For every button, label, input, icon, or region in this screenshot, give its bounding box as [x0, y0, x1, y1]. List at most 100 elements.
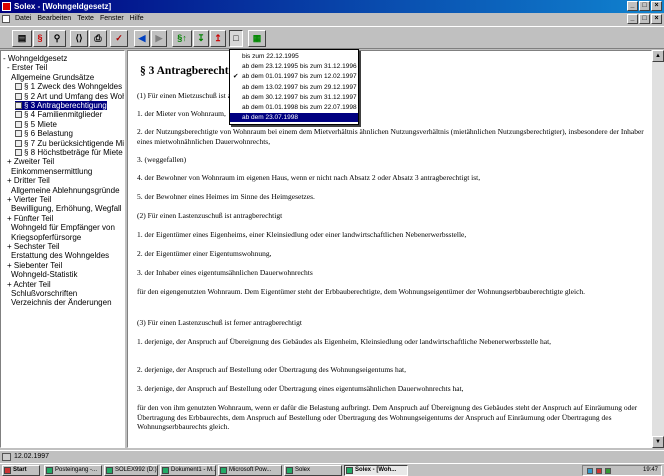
dropdown-option[interactable]: ab dem 13.02.1997 bis zum 29.12.1997	[230, 83, 358, 92]
tree-item-label: - Wohngeldgesetz	[3, 54, 68, 63]
tree-item[interactable]: Einkommensermittlung	[11, 167, 92, 176]
menu-texte[interactable]: Texte	[74, 13, 97, 25]
taskbar-button[interactable]: Posteingang -...	[44, 465, 102, 476]
tree-item[interactable]: Bewilligung, Erhöhung, Wegfall	[11, 204, 122, 213]
task-app-icon	[46, 467, 53, 474]
taskbar-button[interactable]: Solex	[284, 465, 342, 476]
taskbar-button[interactable]: SOLEX992 (D:)	[104, 465, 158, 476]
network-icon[interactable]	[587, 468, 593, 474]
bracket-icon[interactable]: ⟨⟩	[70, 30, 88, 47]
tree-item-label: + Siebenter Teil	[7, 260, 63, 270]
dropdown-option[interactable]: ab dem 23.12.1995 bis zum 31.12.1996	[230, 62, 358, 71]
tree-item[interactable]: Allgemeine Ablehnungsgründe	[11, 186, 120, 195]
print-icon[interactable]: ⎙	[89, 30, 107, 47]
start-button[interactable]: Start	[2, 465, 40, 476]
task-app-icon	[346, 467, 353, 474]
minimize-button[interactable]: _	[627, 1, 638, 11]
menu-bearbeiten[interactable]: Bearbeiten	[34, 13, 74, 25]
dropdown-option[interactable]: ✔ ab dem 01.01.1997 bis zum 12.02.1997	[230, 72, 358, 81]
paragraph: 2. der Eigentümer einer Eigentumswohnung…	[137, 249, 272, 258]
windows-logo-icon	[4, 467, 11, 474]
tree-item[interactable]: + Achter Teil	[7, 280, 51, 289]
tree-item-label: - Erster Teil	[7, 63, 48, 73]
volume-icon[interactable]	[596, 468, 602, 474]
taskbar-button-label: Microsoft Pow...	[229, 467, 272, 473]
tree-item[interactable]: + Siebenter Teil	[7, 261, 62, 270]
taskbar-button[interactable]: Dokument1 - M...	[160, 465, 216, 476]
tree-item[interactable]: + Zweiter Teil	[7, 157, 54, 166]
version-dropdown[interactable]: bis zum 22.12.1995 ab dem 23.12.1995 bis …	[229, 49, 359, 125]
tree-item[interactable]: + Fünfter Teil	[7, 214, 53, 223]
paragraph: (2) Für einen Lastenzuschuß ist antragbe…	[137, 211, 283, 220]
menu-fenster[interactable]: Fenster	[97, 13, 127, 25]
tree-item-label: + Sechster Teil	[7, 242, 60, 251]
forward-button[interactable]: ▶	[151, 30, 167, 47]
tree-item[interactable]: - Erster Teil	[7, 63, 47, 72]
bookmark-icon[interactable]: ✓	[110, 30, 128, 47]
tree-item[interactable]: Schlußvorschriften	[11, 289, 77, 298]
maximize-button[interactable]: □	[639, 1, 650, 11]
taskbar-button[interactable]: Solex - [Woh...	[344, 465, 408, 476]
doc-minimize-button[interactable]: _	[627, 14, 638, 24]
tree-item[interactable]: Verzeichnis der Änderungen	[11, 298, 112, 307]
solex-app-icon[interactable]	[2, 2, 11, 11]
scroll-up-icon[interactable]: ▲	[652, 50, 664, 62]
dropdown-option[interactable]: bis zum 22.12.1995	[230, 52, 358, 61]
dropdown-option[interactable]: ab dem 01.01.1998 bis zum 22.07.1998	[230, 103, 358, 112]
tree-item[interactable]: § 3 Antragberechtigung	[15, 101, 107, 110]
tree-item[interactable]: § 2 Art und Umfang des Wohngeldes	[15, 92, 124, 101]
check-icon: ✔	[233, 73, 239, 81]
tree-item[interactable]: § 5 Miete	[15, 120, 57, 129]
app-tray-icon[interactable]	[605, 468, 611, 474]
paragraph: 2. der Nutzungsberechtigte von Wohnraum …	[137, 127, 644, 146]
tree-item[interactable]: - Wohngeldgesetz	[3, 54, 67, 63]
tree-item[interactable]: Wohngeld-Statistik	[11, 270, 78, 279]
taskbar-button-label: Solex - [Woh...	[355, 467, 397, 473]
doc-close-button[interactable]: ×	[651, 14, 662, 24]
tree-item[interactable]: § 8 Höchstbeträge für Miete	[15, 148, 123, 157]
close-button[interactable]: ×	[651, 1, 662, 11]
back-button[interactable]: ◀	[134, 30, 150, 47]
tree-item[interactable]: + Vierter Teil	[7, 195, 51, 204]
tree-item[interactable]: Allgemeine Grundsätze	[11, 73, 94, 82]
tree-item-label: Wohngeld-Statistik	[11, 270, 78, 280]
arrow-up-icon[interactable]: ↥	[210, 30, 226, 47]
tree-item[interactable]: § 7 Zu berücksichtigende Miete	[15, 139, 124, 148]
content-vertical-scrollbar[interactable]: ▲ ▼	[652, 50, 664, 448]
search-icon[interactable]: ⚲	[48, 30, 66, 47]
tree-item[interactable]: § 4 Familienmitglieder	[15, 110, 102, 119]
navigation-tree[interactable]: - Wohngeldgesetz - Erster Teil Allgemeine …	[0, 50, 125, 448]
section-nav-button[interactable]: §↑	[172, 30, 192, 47]
taskbar-button[interactable]: Microsoft Pow...	[218, 465, 282, 476]
menu-hilfe[interactable]: Hilfe	[127, 13, 147, 25]
tree-item-label: Bewilligung, Erhöhung, Wegfall	[11, 204, 122, 214]
section-button[interactable]: §	[33, 30, 47, 47]
tree-item[interactable]: Kriegsopferfürsorge	[11, 233, 81, 242]
title-bar[interactable]: Solex - [Wohngeldgesetz] _ □ ×	[0, 0, 664, 13]
version-icon[interactable]: □	[229, 30, 243, 47]
document-icon[interactable]	[2, 15, 10, 23]
dropdown-option[interactable]: ab dem 30.12.1997 bis zum 31.12.1997	[230, 93, 358, 102]
start-label: Start	[13, 467, 27, 473]
calendar-icon[interactable]: ▦	[248, 30, 266, 47]
menu-datei[interactable]: Datei	[12, 13, 34, 25]
scroll-down-icon[interactable]: ▼	[652, 436, 664, 448]
overview-icon[interactable]: ▤	[12, 30, 32, 47]
tree-item[interactable]: + Dritter Teil	[7, 176, 50, 185]
tree-item[interactable]: Wohngeld für Empfänger von	[11, 223, 115, 232]
dropdown-option[interactable]: ab dem 23.07.1998	[230, 113, 358, 123]
tree-item-label: § 1 Zweck des Wohngeldes	[24, 82, 123, 92]
tree-item-label: + Zweiter Teil	[7, 157, 55, 167]
document-leaf-icon	[15, 139, 22, 147]
task-app-icon	[162, 467, 169, 474]
tree-item[interactable]: Erstattung des Wohngeldes	[11, 251, 109, 260]
task-app-icon	[220, 467, 227, 474]
doc-maximize-button[interactable]: □	[639, 14, 650, 24]
status-icon	[2, 453, 11, 461]
tree-item[interactable]: § 1 Zweck des Wohngeldes	[15, 82, 122, 91]
tree-item[interactable]: § 6 Belastung	[15, 129, 73, 138]
task-app-icon	[286, 467, 293, 474]
arrow-down-icon[interactable]: ↧	[193, 30, 209, 47]
tree-item[interactable]: + Sechster Teil	[7, 242, 60, 251]
document-leaf-icon	[15, 83, 22, 91]
